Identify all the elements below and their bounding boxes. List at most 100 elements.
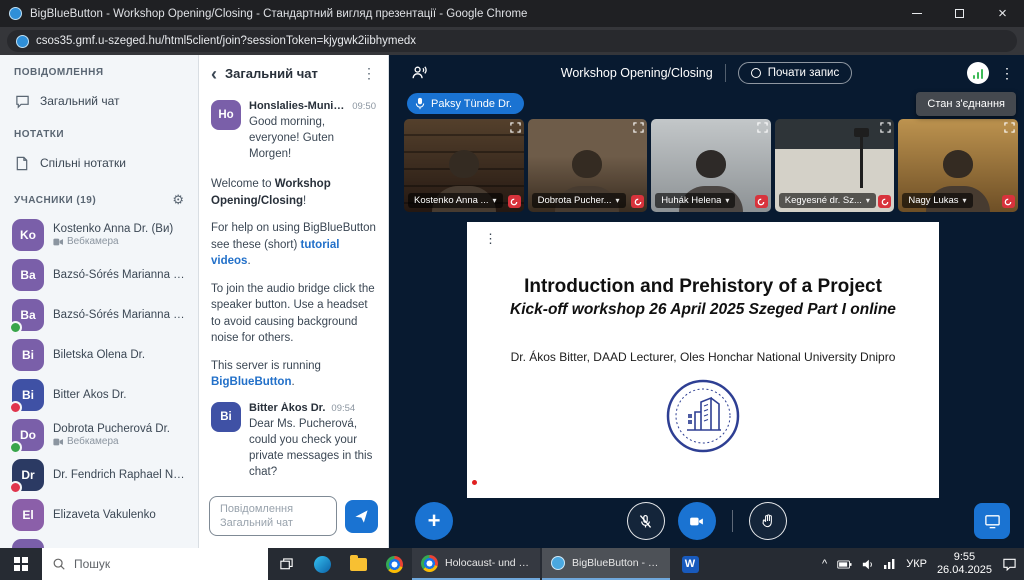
edge-taskbar-button[interactable]: [304, 548, 340, 580]
stage: Workshop Opening/Closing Почати запис ⋮ …: [389, 55, 1024, 548]
webcam-share-button[interactable]: [678, 502, 716, 540]
webcam-tile[interactable]: Nagy Lukas▾: [898, 119, 1018, 212]
sidebar-item-label: Загальний чат: [40, 94, 120, 108]
webcam-tile[interactable]: Huhák Helena▾: [651, 119, 771, 212]
bigbluebutton-link[interactable]: BigBlueButton: [211, 376, 291, 388]
raise-hand-button[interactable]: [749, 502, 787, 540]
send-message-button[interactable]: [345, 500, 378, 533]
slide-title: Introduction and Prehistory of a Project: [467, 276, 939, 298]
sidebar-item-shared-notes[interactable]: Спільні нотатки: [0, 147, 198, 179]
action-center-icon[interactable]: [1002, 557, 1017, 571]
message-author: Honslalies-Munis ...: [249, 100, 346, 112]
participant-row[interactable]: [0, 535, 198, 548]
participant-row[interactable]: Ba Bazsó-Sórés Marianna Dr.: [0, 295, 198, 335]
slide-options-kebab-icon[interactable]: ⋮: [484, 231, 497, 247]
webcam-name-pill[interactable]: Dobrota Pucher...▾: [532, 193, 626, 208]
participant-row[interactable]: Do Dobrota Pucherová Dr. Вебкамера: [0, 415, 198, 455]
participant-row[interactable]: Ba Bazsó-Sórés Marianna Dr.: [0, 255, 198, 295]
sidebar-item-public-chat[interactable]: Загальний чат: [0, 85, 198, 117]
site-favicon-icon: [16, 35, 29, 48]
address-bar[interactable]: csos35.gmf.u-szeged.hu/html5client/join?…: [7, 30, 1017, 52]
webcam-name-pill[interactable]: Huhák Helena▾: [655, 193, 735, 208]
message-text: Good morning, everyone! Guten Morgen!: [249, 114, 376, 162]
restore-presentation-button[interactable]: [974, 503, 1010, 539]
start-button[interactable]: [0, 548, 42, 580]
word-icon: W: [682, 556, 699, 573]
manage-users-gear-icon[interactable]: ⚙: [172, 192, 184, 208]
close-button[interactable]: ×: [981, 0, 1024, 27]
task-view-button[interactable]: [268, 548, 304, 580]
actions-plus-button[interactable]: +: [415, 502, 453, 540]
word-taskbar-button[interactable]: W: [672, 548, 708, 580]
mute-microphone-button[interactable]: [627, 502, 665, 540]
file-explorer-button[interactable]: [340, 548, 376, 580]
bbb-logo-badge: [631, 195, 644, 208]
chat-panel: ‹ Загальний чат ⋮ Ho Honslalies-Munis ..…: [199, 55, 389, 548]
fullscreen-icon[interactable]: [1004, 122, 1015, 133]
fullscreen-icon[interactable]: [880, 122, 891, 133]
microphone-off-icon: [637, 513, 654, 530]
participants-header: УЧАСНИКИ (19) ⚙: [0, 179, 198, 215]
fullscreen-icon[interactable]: [633, 122, 644, 133]
chat-input-row: Повідомлення Загальний чат: [199, 486, 388, 548]
user-talking-icon[interactable]: [411, 64, 428, 86]
avatar: Ba: [12, 259, 44, 291]
welcome-line: This server is running BigBlueButton.: [211, 358, 376, 391]
fullscreen-icon[interactable]: [757, 122, 768, 133]
webcam-name-pill[interactable]: Nagy Lukas▾: [902, 193, 972, 208]
status-badge: [9, 481, 22, 494]
task-view-icon: [279, 557, 294, 572]
participants-count-label: УЧАСНИКИ (19): [14, 195, 96, 206]
battery-icon[interactable]: [837, 560, 852, 569]
sidebar-item-label: Спільні нотатки: [40, 156, 126, 170]
browser-titlebar: BigBlueButton - Workshop Opening/Closing…: [0, 0, 1024, 27]
webcam-icon: [53, 438, 63, 446]
start-recording-button[interactable]: Почати запис: [738, 62, 853, 84]
meeting-title: Workshop Opening/Closing: [561, 66, 713, 80]
minimize-button[interactable]: [895, 0, 938, 27]
action-bar: +: [389, 501, 1024, 541]
webcam-tile[interactable]: Kostenko Anna ...▾: [404, 119, 524, 212]
windows-logo-icon: [14, 557, 28, 571]
chat-input[interactable]: Повідомлення Загальний чат: [209, 496, 337, 536]
chat-options-kebab-icon[interactable]: ⋮: [362, 65, 376, 82]
window-button-bigbluebutton[interactable]: BigBlueButton - Wo...: [542, 548, 670, 580]
university-logo: [665, 378, 741, 454]
camera-icon: [688, 513, 705, 530]
bbb-workarea: ПОВІДОМЛЕННЯ Загальний чат НОТАТКИ Спіль…: [0, 55, 1024, 548]
webcam-name-pill[interactable]: Kegyesné dr. Sz...▾: [779, 193, 876, 208]
options-kebab-icon[interactable]: ⋮: [1000, 65, 1014, 82]
language-indicator[interactable]: УКР: [906, 558, 927, 570]
taskbar-search-box[interactable]: Пошук: [42, 548, 268, 580]
participant-row[interactable]: Ko Kostenko Anna Dr. (Ви) Вебкамера: [0, 215, 198, 255]
slide-author-line: Dr. Ákos Bitter, DAAD Lecturer, Oles Hon…: [467, 350, 939, 364]
status-badge: [9, 401, 22, 414]
webcam-tile[interactable]: Dobrota Pucher...▾: [528, 119, 648, 212]
active-speaker-pill[interactable]: Paksy Tünde Dr.: [407, 93, 524, 114]
maximize-button[interactable]: [938, 0, 981, 27]
bbb-logo-badge: [508, 195, 521, 208]
webcam-name-pill[interactable]: Kostenko Anna ...▾: [408, 193, 503, 208]
network-icon[interactable]: [884, 559, 896, 569]
maximize-icon: [955, 9, 964, 18]
back-chevron-icon[interactable]: ‹: [211, 68, 217, 80]
webcam-grid: Kostenko Anna ...▾ Dobrota Pucher...▾ Hu…: [404, 119, 1018, 212]
connection-status-button[interactable]: [967, 62, 989, 84]
speaker-icon[interactable]: [862, 559, 874, 570]
participant-row[interactable]: El Elizaveta Vakulenko: [0, 495, 198, 535]
webcam-tile[interactable]: Kegyesné dr. Sz...▾: [775, 119, 895, 212]
system-tray: ^ УКР 9:55 26.04.2025: [822, 548, 1024, 580]
chrome-taskbar-button[interactable]: [376, 548, 412, 580]
edge-icon: [314, 556, 331, 573]
record-icon: [751, 68, 761, 78]
tray-expand-icon[interactable]: ^: [822, 558, 827, 570]
fullscreen-icon[interactable]: [510, 122, 521, 133]
participant-row[interactable]: Dr Dr. Fendrich Raphael Nicolas: [0, 455, 198, 495]
stage-topbar: Workshop Opening/Closing Почати запис ⋮: [389, 55, 1024, 91]
screen-icon: [984, 513, 1001, 530]
participant-row[interactable]: Bi Bitter Ákos Dr.: [0, 375, 198, 415]
participant-row[interactable]: Bi Biletska Olena Dr.: [0, 335, 198, 375]
window-button-holocaust[interactable]: Holocaust- und Krie...: [412, 548, 540, 580]
taskbar-clock[interactable]: 9:55 26.04.2025: [937, 551, 992, 577]
chevron-down-icon: ▾: [616, 196, 620, 205]
